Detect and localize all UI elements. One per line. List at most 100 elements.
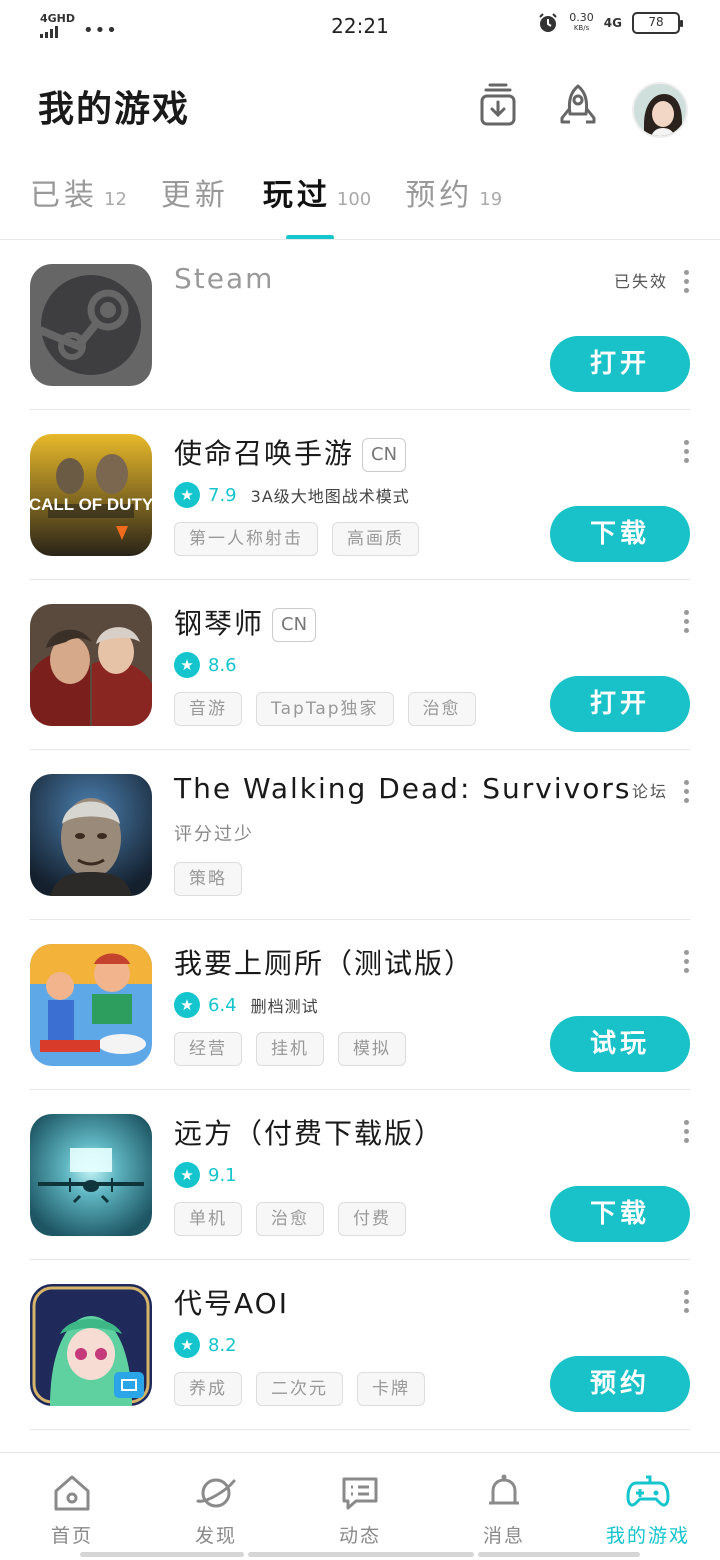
rating-note: 评分过少 [174, 824, 254, 845]
list-item[interactable]: 钢琴师 CN ★ 8.6 音游 TapTap独家 治愈 打开 [30, 580, 690, 750]
tag[interactable]: 单机 [174, 1202, 242, 1236]
nav-messages[interactable]: 消息 [432, 1453, 576, 1560]
more-options-icon[interactable] [684, 950, 690, 974]
tab-label: 已装 [30, 178, 98, 213]
open-button[interactable]: 打开 [550, 336, 690, 392]
download-button[interactable]: 下载 [550, 506, 690, 562]
pianist-game-icon[interactable] [30, 604, 152, 726]
more-options-icon[interactable] [684, 780, 690, 804]
call-of-duty-game-icon[interactable]: CALL OF DUTY [30, 434, 152, 556]
rating: ★ 8.2 [174, 1332, 237, 1358]
tag[interactable]: 付费 [338, 1202, 406, 1236]
rocket-icon[interactable] [554, 82, 602, 130]
list-item[interactable]: 我要上厕所（测试版） ★ 6.4 删档测试 经营 挂机 模拟 试玩 [30, 920, 690, 1090]
more-options-icon[interactable] [684, 1290, 690, 1314]
game-title: 使命召唤手游 CN [174, 432, 407, 472]
tag[interactable]: TapTap独家 [256, 692, 394, 726]
game-title: The Walking Dead: Survivors [174, 772, 632, 805]
tag[interactable]: 挂机 [256, 1032, 324, 1066]
page-title: 我的游戏 [38, 89, 191, 130]
faraway-game-icon[interactable] [30, 1114, 152, 1236]
tag[interactable]: 音游 [174, 692, 242, 726]
tab-label: 预约 [405, 178, 474, 213]
list-item[interactable]: The Walking Dead: Survivors 论坛 评分过少 策略 [30, 750, 690, 920]
game-title: Steam [174, 262, 275, 295]
score: 9.1 [208, 1164, 237, 1186]
tag-list: 经营 挂机 模拟 [174, 1032, 406, 1066]
nav-home[interactable]: 首页 [0, 1453, 144, 1560]
list-item[interactable]: 代号AOI ★ 8.2 养成 二次元 卡牌 预约 [30, 1260, 690, 1430]
tab-count: 19 [479, 189, 503, 210]
gesture-bar [478, 1552, 640, 1557]
nav-discover[interactable]: 发现 [144, 1453, 288, 1560]
game-title-text: 使命召唤手游 [174, 437, 355, 470]
tag[interactable]: 养成 [174, 1372, 242, 1406]
try-button[interactable]: 试玩 [550, 1016, 690, 1072]
tab-count: 12 [104, 189, 127, 210]
tag[interactable]: 二次元 [256, 1372, 343, 1406]
alarm-icon [539, 13, 558, 32]
gamepad-icon [626, 1475, 670, 1507]
tab-updates[interactable]: 更新 [161, 170, 229, 214]
tag[interactable]: 高画质 [332, 522, 419, 556]
tag[interactable]: 经营 [174, 1032, 242, 1066]
score: 6.4 [208, 994, 237, 1016]
toilet-game-icon[interactable] [30, 944, 152, 1066]
gesture-bar [80, 1552, 244, 1557]
more-options-icon[interactable] [684, 440, 690, 464]
tag-list: 单机 治愈 付费 [174, 1202, 406, 1236]
tab-bar: 已装 12 更新 玩过 100 预约 19 [30, 170, 502, 240]
steam-game-icon[interactable] [30, 264, 152, 386]
tab-count: 100 [336, 189, 372, 210]
tab-played[interactable]: 玩过 100 [263, 170, 371, 214]
status-right: 0.30 KB/s 4G 78 [537, 12, 683, 34]
score: 8.6 [208, 654, 237, 676]
tag[interactable]: 策略 [174, 862, 242, 896]
avatar[interactable] [632, 82, 688, 138]
tag[interactable]: 第一人称射击 [174, 522, 318, 556]
tag[interactable]: 卡牌 [357, 1372, 425, 1406]
tag[interactable]: 治愈 [407, 692, 476, 726]
reserve-button[interactable]: 预约 [550, 1356, 690, 1412]
game-title: 我要上厕所（测试版） [174, 947, 475, 980]
more-options-icon[interactable] [684, 270, 690, 294]
star-icon: ★ [174, 992, 200, 1018]
score: 8.2 [208, 1334, 237, 1356]
status-label: 已失效 [613, 272, 668, 291]
rating: ★ 8.6 [174, 652, 237, 678]
list-item[interactable]: Steam 已失效 打开 [30, 240, 690, 410]
download-button[interactable]: 下载 [550, 1186, 690, 1242]
tab-label: 玩过 [262, 178, 331, 213]
game-title: 钢琴师 CN [174, 602, 317, 642]
more-options-icon[interactable] [684, 610, 690, 634]
star-icon: ★ [174, 482, 200, 508]
nav-feed[interactable]: 动态 [288, 1453, 432, 1560]
game-title-text: 钢琴师 [174, 607, 265, 640]
nav-label: 消息 [482, 1525, 525, 1547]
forum-link[interactable]: 论坛 [632, 778, 668, 802]
rating: ★ 7.9 3A级大地图战术模式 [174, 482, 410, 508]
more-options-icon[interactable] [684, 1120, 690, 1144]
rating: ★ 6.4 删档测试 [174, 992, 319, 1018]
bottom-nav: 首页 发现 动态 消息 我的游戏 [0, 1452, 720, 1560]
rating: ★ 9.1 [174, 1162, 237, 1188]
download-manager-icon[interactable] [474, 82, 522, 130]
game-title: 代号AOI [174, 1287, 289, 1320]
tag[interactable]: 治愈 [256, 1202, 324, 1236]
tag[interactable]: 模拟 [338, 1032, 406, 1066]
tab-reserved[interactable]: 预约 19 [405, 170, 502, 214]
tab-installed[interactable]: 已装 12 [30, 170, 127, 214]
list-item[interactable]: 远方（付费下载版） ★ 9.1 单机 治愈 付费 下载 [30, 1090, 690, 1260]
open-button[interactable]: 打开 [550, 676, 690, 732]
tag-list: 第一人称射击 高画质 [174, 522, 419, 556]
tab-label: 更新 [160, 178, 229, 213]
list-item[interactable]: CALL OF DUTY 使命召唤手游 CN ★ 7.9 3A级大地图战术模式 第… [30, 410, 690, 580]
region-badge: CN [272, 608, 317, 642]
game-list: Steam 已失效 打开 CALL OF DUTY 使命召唤手游 CN ★ 7.9… [0, 240, 720, 1430]
tag-list: 养成 二次元 卡牌 [174, 1372, 425, 1406]
walking-dead-game-icon[interactable] [30, 774, 152, 896]
nav-my-games[interactable]: 我的游戏 [576, 1453, 720, 1560]
aoi-game-icon[interactable] [30, 1284, 152, 1406]
game-subtitle: 删档测试 [250, 997, 319, 1016]
tag-list: 音游 TapTap独家 治愈 [174, 692, 476, 726]
